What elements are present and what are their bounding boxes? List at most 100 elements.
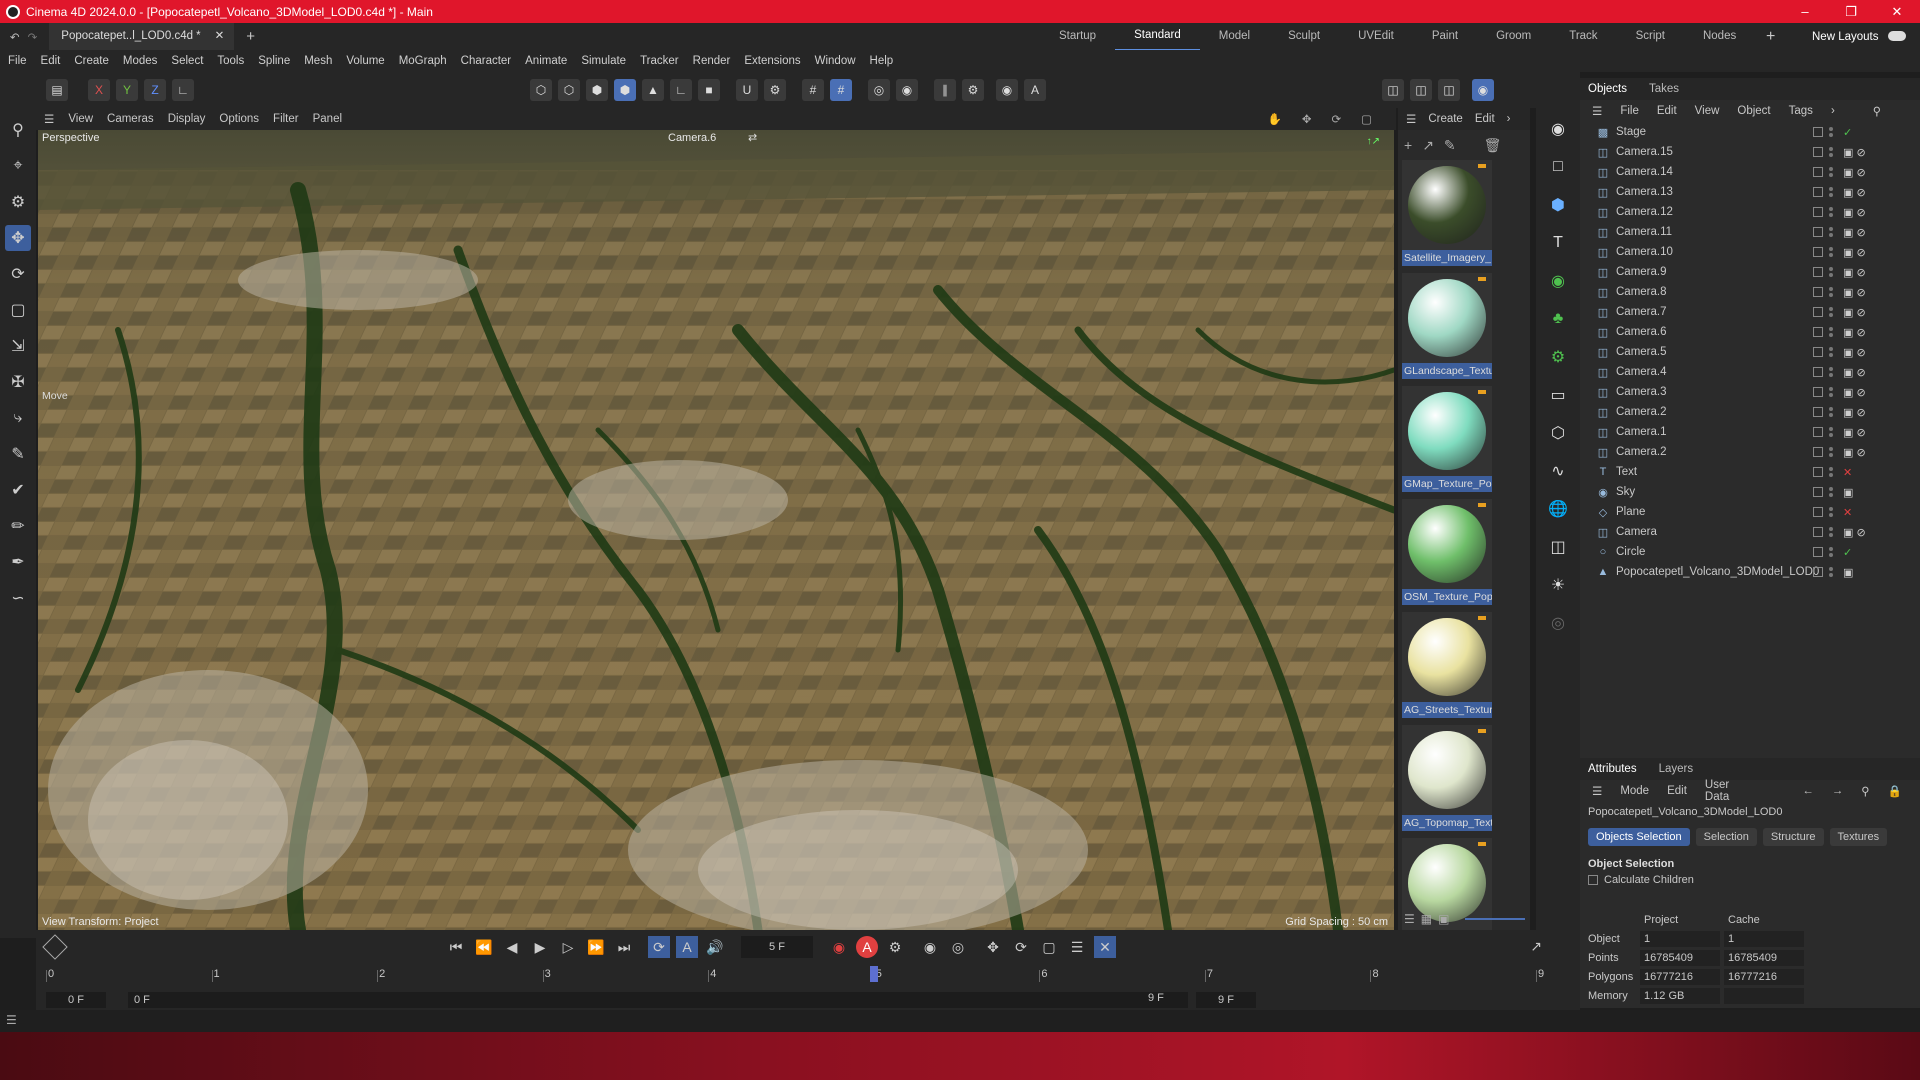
tab-layers[interactable]: Layers [1659,763,1694,775]
visibility-dots-icon[interactable] [1829,427,1833,437]
material-size-slider[interactable] [1465,918,1526,920]
redo-icon[interactable]: ↷ [28,30,38,44]
camera-link-icon[interactable]: ⇄ [748,131,757,144]
object-manager-icon[interactable]: ▤ [46,79,68,101]
play-icon[interactable]: ▶ [529,936,551,958]
transfer-tool-icon[interactable]: ⇲ [5,333,31,359]
timeline-ruler[interactable]: 0123456789 [46,966,1544,990]
tag-icon[interactable]: ▣ ⊘ [1843,386,1866,399]
menu-file[interactable]: File [8,55,27,67]
object-row[interactable]: ◫ Camera.9 ▣ ⊘ [1580,262,1920,282]
layout-tab-uvedit[interactable]: UVEdit [1339,23,1413,50]
render-region-icon[interactable]: ◎ [868,79,890,101]
viewport-menu-cameras[interactable]: Cameras [107,113,154,125]
object-enable-checkbox[interactable] [1813,227,1823,237]
visibility-dots-icon[interactable] [1829,207,1833,217]
add-layout-icon[interactable]: + [1766,28,1775,46]
tag-icon[interactable]: ◎ [1543,608,1573,638]
attributes-hamburger-icon[interactable]: ☰ [1592,784,1602,798]
material-swatch[interactable]: Satellite_Imagery_ [1402,160,1492,266]
object-row[interactable]: ◇ Plane ✕ [1580,502,1920,522]
back-arrow-icon[interactable]: ← [1802,785,1814,797]
object-row[interactable]: ◫ Camera.15 ▣ ⊘ [1580,142,1920,162]
material-edit-menu[interactable]: Edit [1475,113,1495,125]
tab-objects-selection[interactable]: Objects Selection [1588,828,1690,846]
menu-extensions[interactable]: Extensions [744,55,800,67]
object-row[interactable]: ◫ Camera.2 ▣ ⊘ [1580,402,1920,422]
menu-edit[interactable]: Edit [41,55,61,67]
magnet-icon[interactable]: U [736,79,758,101]
objects-edit-menu[interactable]: Edit [1657,105,1677,117]
edit-render-settings-icon[interactable]: ◫ [1438,79,1460,101]
tag-icon[interactable]: ▣ ⊘ [1843,346,1866,359]
tag-icon[interactable]: ✕ [1843,506,1852,519]
object-row[interactable]: ◫ Camera.2 ▣ ⊘ [1580,442,1920,462]
search-icon[interactable]: ⚲ [1861,784,1869,798]
tab-textures[interactable]: Textures [1829,828,1888,846]
object-row[interactable]: ◫ Camera.10 ▣ ⊘ [1580,242,1920,262]
tag-icon[interactable]: ▣ ⊘ [1843,146,1866,159]
x-axis-button[interactable]: X [88,79,110,101]
field-icon[interactable]: ⬡ [1543,418,1573,448]
deformer-icon[interactable]: ▭ [1543,380,1573,410]
loop-icon[interactable]: ⟳ [648,936,670,958]
visibility-dots-icon[interactable] [1829,227,1833,237]
render-picture-viewer-icon[interactable]: ◫ [1410,79,1432,101]
null-object-icon[interactable]: □ [1543,152,1573,182]
material-swatch[interactable]: AG_Topomap_Text [1402,725,1492,831]
symmetry-settings-icon[interactable]: ⚙ [962,79,984,101]
visibility-dots-icon[interactable] [1829,467,1833,477]
object-row[interactable]: ◫ Camera.4 ▣ ⊘ [1580,362,1920,382]
select-tool-icon[interactable]: ⌖ [5,153,31,179]
lasso-icon[interactable]: ⤷ [5,405,31,431]
material-edit-icon[interactable]: ✎ [1444,137,1456,154]
tab-takes[interactable]: Takes [1649,83,1679,95]
end-frame-field[interactable]: 9 F [1196,992,1256,1008]
menu-render[interactable]: Render [693,55,731,67]
menu-help[interactable]: Help [870,55,894,67]
viewport-menu-options[interactable]: Options [219,113,259,125]
object-row[interactable]: ◫ Camera ▣ ⊘ [1580,522,1920,542]
visibility-dots-icon[interactable] [1829,267,1833,277]
polygons-mode-icon[interactable]: ⬢ [586,79,608,101]
material-swatch[interactable]: GMap_Texture_Po [1402,386,1492,492]
object-enable-checkbox[interactable] [1813,427,1823,437]
maximize-view-icon[interactable]: ▢ [1361,112,1372,126]
visibility-dots-icon[interactable] [1829,327,1833,337]
3d-viewport[interactable]: Perspective Camera.6 ⇄ Move View Transfo… [38,130,1394,930]
scale-tool-icon[interactable]: ▢ [5,297,31,323]
object-row[interactable]: ▩ Stage ✓ [1580,122,1920,142]
visibility-dots-icon[interactable] [1829,547,1833,557]
visibility-dots-icon[interactable] [1829,127,1833,137]
brush-icon[interactable]: ✏ [5,513,31,539]
hair-tool-icon[interactable]: ∽ [5,585,31,611]
search-icon[interactable]: ⚲ [5,117,31,143]
tab-selection[interactable]: Selection [1695,828,1757,846]
object-enable-checkbox[interactable] [1813,367,1823,377]
object-enable-checkbox[interactable] [1813,387,1823,397]
object-enable-checkbox[interactable] [1813,267,1823,277]
tag-icon[interactable]: ▣ ⊘ [1843,286,1866,299]
scene-icon[interactable]: 🌐 [1543,494,1573,524]
tag-icon[interactable]: ▣ ⊘ [1843,306,1866,319]
polygon-pen-icon[interactable]: ✠ [5,369,31,395]
tag-icon[interactable]: ▣ ⊘ [1843,266,1866,279]
motion-record-icon[interactable]: ◉ [919,936,941,958]
record-icon[interactable]: ◉ [828,936,850,958]
object-row[interactable]: ◫ Camera.5 ▣ ⊘ [1580,342,1920,362]
model-mode-icon[interactable]: ⬢ [614,79,636,101]
tag-icon[interactable]: ✕ [1843,466,1852,479]
symmetry-icon[interactable]: ∥ [934,79,956,101]
lock-icon[interactable]: 🔒 [1888,784,1902,798]
motion-clip-icon[interactable]: ◎ [947,936,969,958]
large-view-icon[interactable]: ▣ [1438,912,1449,926]
object-enable-checkbox[interactable] [1813,127,1823,137]
search-icon[interactable]: ⚲ [1873,104,1881,118]
object-enable-checkbox[interactable] [1813,487,1823,497]
menu-spline[interactable]: Spline [258,55,290,67]
object-enable-checkbox[interactable] [1813,507,1823,517]
visibility-dots-icon[interactable] [1829,367,1833,377]
tab-structure[interactable]: Structure [1762,828,1824,846]
maximize-icon[interactable]: ❐ [1828,0,1874,23]
visibility-dots-icon[interactable] [1829,527,1833,537]
